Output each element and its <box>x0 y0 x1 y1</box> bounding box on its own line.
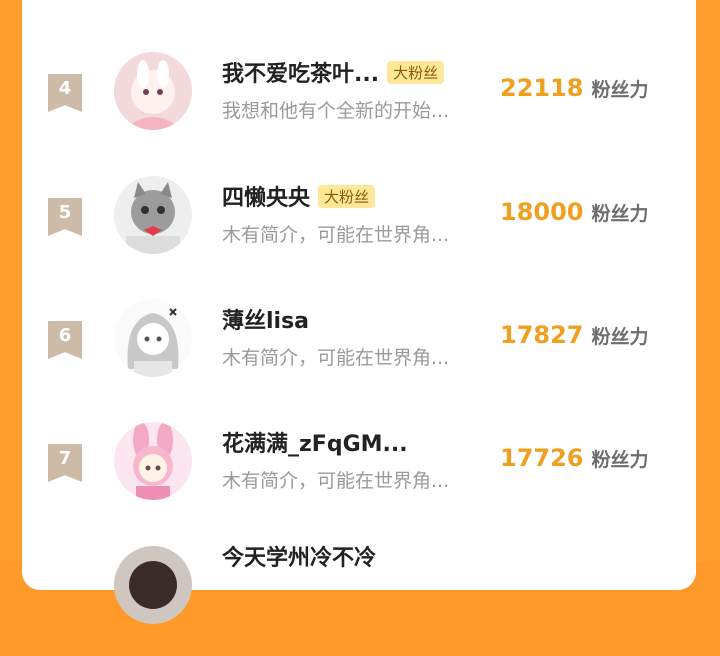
username[interactable]: 我不爱吃茶叶... 大粉丝 <box>222 56 445 88</box>
fan-power-value: 17827 <box>500 321 584 349</box>
fan-power-unit: 粉丝力 <box>591 79 649 101</box>
list-item[interactable]: 今天学州冷不冷 <box>22 546 696 656</box>
user-bio: 木有简介，可能在世界角... <box>222 470 450 492</box>
avatar[interactable] <box>114 422 192 500</box>
fan-power-unit: 粉丝力 <box>591 203 649 225</box>
user-bio: 木有简介，可能在世界角... <box>222 224 450 246</box>
avatar[interactable] <box>114 299 192 377</box>
fan-power: 17726 粉丝力 <box>500 444 649 472</box>
list-item[interactable]: 4 我不爱吃茶叶... 大粉丝 我想和他有个全新的开始... 22118 粉丝力 <box>22 52 696 162</box>
fan-level-badge: 大粉丝 <box>318 185 376 208</box>
username-text: 我不爱吃茶叶... <box>222 62 380 87</box>
rank-flag: 6 <box>48 321 82 359</box>
fan-power-unit: 粉丝力 <box>591 449 649 471</box>
username-text: 花满满_zFqGM... <box>222 432 408 457</box>
avatar[interactable] <box>114 176 192 254</box>
fan-power: 22118 粉丝力 <box>500 74 649 102</box>
username[interactable]: 薄丝lisa <box>222 303 309 335</box>
rank-flag: 7 <box>48 444 82 482</box>
username[interactable]: 四懒央央 大粉丝 <box>222 180 376 212</box>
fan-power: 18000 粉丝力 <box>500 198 649 226</box>
fan-power: 17827 粉丝力 <box>500 321 649 349</box>
username-text: 薄丝lisa <box>222 309 310 334</box>
user-bio: 木有简介，可能在世界角... <box>222 347 450 369</box>
username-text: 四懒央央 <box>222 186 311 211</box>
rank-flag: 5 <box>48 198 82 236</box>
username-text: 今天学州冷不冷 <box>222 546 377 571</box>
fan-level-badge: 大粉丝 <box>387 61 445 84</box>
username[interactable]: 花满满_zFqGM... <box>222 426 408 458</box>
list-item[interactable]: 7 花满满_zFqGM... 木有简介，可能在世界角... 17726 粉丝力 <box>22 422 696 532</box>
user-bio: 我想和他有个全新的开始... <box>222 100 450 122</box>
fan-power-value: 17726 <box>500 444 584 472</box>
avatar[interactable] <box>114 546 192 624</box>
rank-flag: 4 <box>48 74 82 112</box>
list-item[interactable]: 6 薄丝lisa 木有简介，可能在世界角... 17827 粉丝力 <box>22 299 696 409</box>
fan-power-value: 18000 <box>500 198 584 226</box>
fan-power-unit: 粉丝力 <box>591 326 649 348</box>
avatar[interactable] <box>114 52 192 130</box>
username[interactable]: 今天学州冷不冷 <box>222 540 376 572</box>
list-item[interactable]: 5 四懒央央 大粉丝 木有简介，可能在世界角... 18000 粉丝力 <box>22 176 696 286</box>
fan-power-value: 22118 <box>500 74 584 102</box>
